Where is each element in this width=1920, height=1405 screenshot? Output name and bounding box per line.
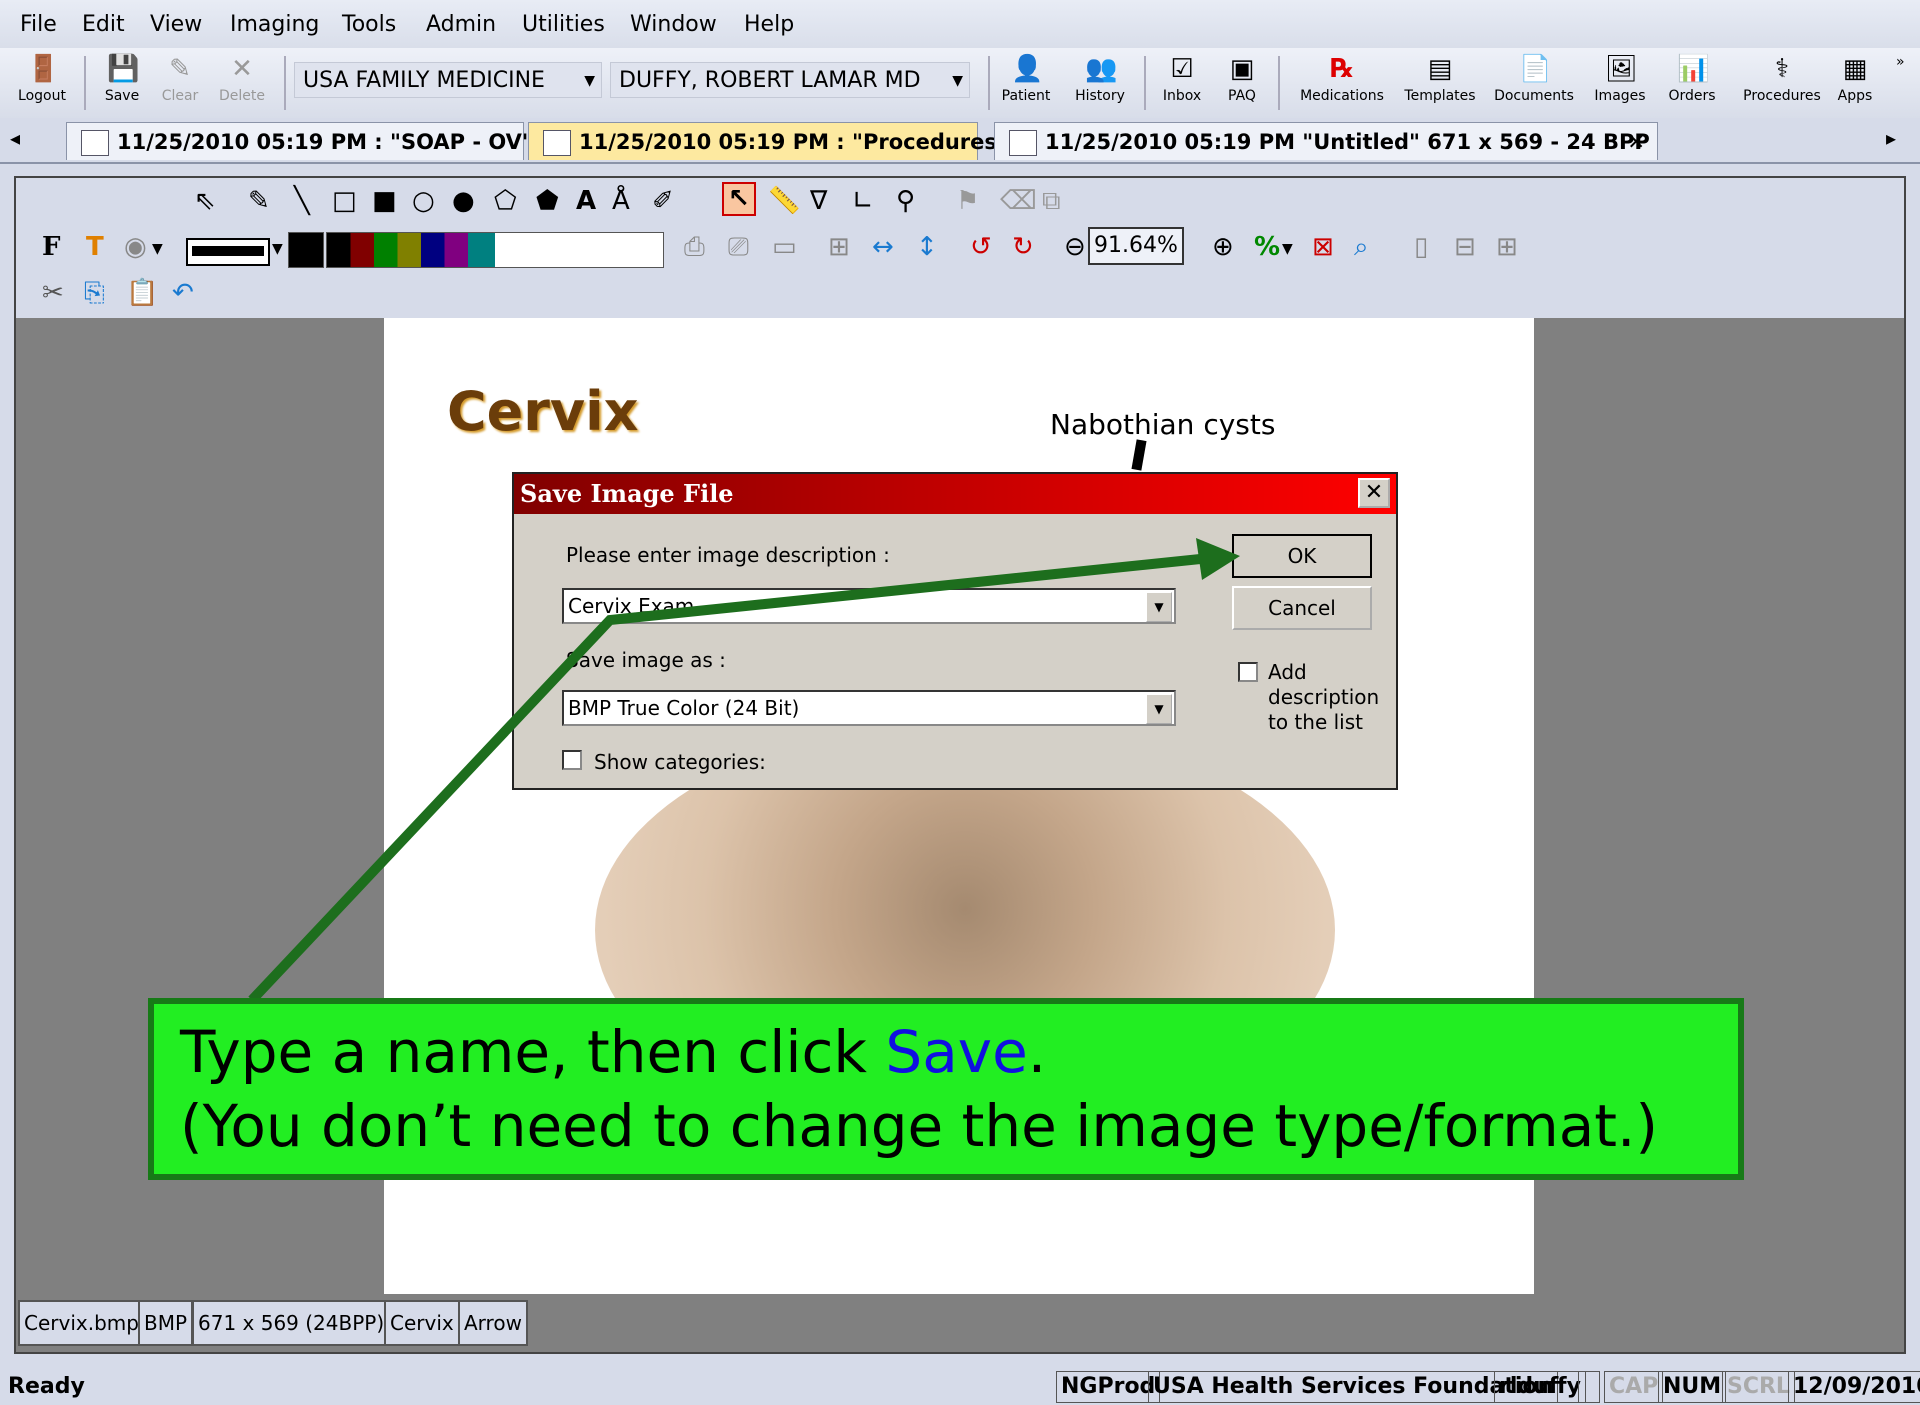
status-blank [1578, 1371, 1600, 1403]
tutorial-arrow [248, 538, 1240, 1004]
status-user: rlduffy [1494, 1371, 1586, 1403]
callout-save-word: Save [885, 1018, 1028, 1086]
tutorial-callout: Type a name, then click Save. (You don’t… [148, 998, 1744, 1180]
status-cap: CAP [1604, 1371, 1664, 1403]
tutorial-arrow-head [1196, 538, 1240, 580]
info-dimensions: 671 x 569 (24BPP) [192, 1300, 391, 1346]
info-filename: Cervix.bmp [18, 1300, 145, 1346]
info-description: Cervix [384, 1300, 460, 1346]
status-scrl: SCRL [1722, 1371, 1795, 1403]
callout-line-2: (You don’t need to change the image type… [180, 1092, 1659, 1160]
callout-line-1: Type a name, then click Save. [180, 1018, 1047, 1086]
status-date: 12/09/2010 [1788, 1371, 1920, 1403]
info-tool: Arrow [458, 1300, 528, 1346]
status-num: NUM [1658, 1371, 1727, 1403]
status-bar: Ready NGProd USA Health Services Foundat… [0, 1368, 1920, 1405]
tutorial-arrow-line [248, 553, 1211, 1004]
status-server: NGProd [1056, 1371, 1161, 1403]
status-ready: Ready [8, 1374, 85, 1399]
info-format: BMP [138, 1300, 194, 1346]
